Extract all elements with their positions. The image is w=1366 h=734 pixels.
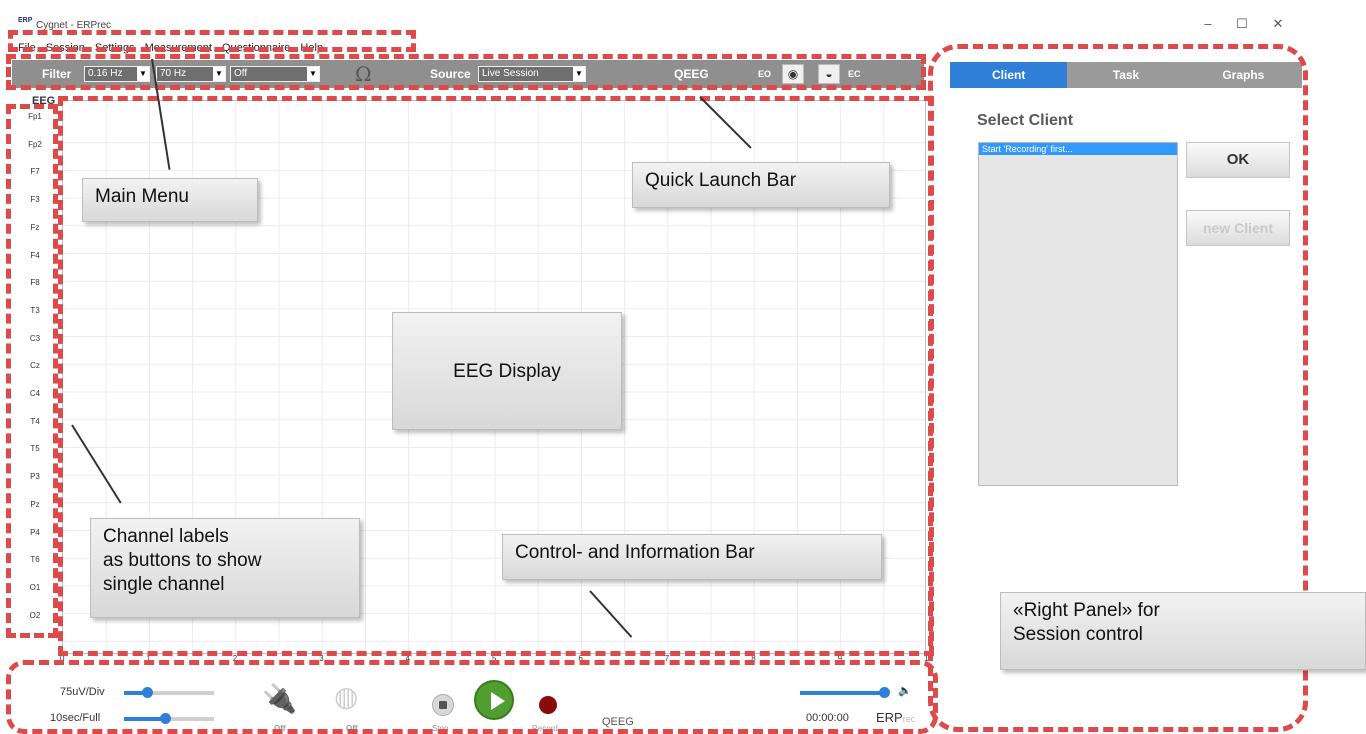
note-main-menu: Main Menu xyxy=(82,178,258,222)
quick-bar-highlight xyxy=(6,54,926,90)
note-quick-launch: Quick Launch Bar xyxy=(632,162,890,208)
close-button[interactable]: ✕ xyxy=(1268,16,1288,32)
note-channel-line-2: as buttons to show xyxy=(103,550,262,571)
app-logo: ERP xyxy=(18,17,33,24)
note-channel-line-1: Channel labels xyxy=(103,526,229,547)
note-right-line-1: «Right Panel» for xyxy=(1013,600,1160,621)
control-bar-highlight xyxy=(6,660,938,734)
maximize-button[interactable]: ☐ xyxy=(1232,16,1252,32)
note-channel-labels: Channel labels as buttons to show single… xyxy=(90,518,360,618)
app-window: ERP Cygnet - ERPrec – ☐ ✕ File Session S… xyxy=(0,0,1366,734)
note-right-line-2: Session control xyxy=(1013,624,1143,645)
menu-highlight xyxy=(8,30,416,52)
note-control-bar: Control- and Information Bar xyxy=(502,534,882,580)
minimize-button[interactable]: – xyxy=(1198,16,1218,31)
note-eeg-display: EEG Display xyxy=(392,312,622,430)
note-right-panel: «Right Panel» for Session control xyxy=(1000,592,1366,670)
note-channel-line-3: single channel xyxy=(103,574,225,595)
channel-highlight xyxy=(6,104,58,638)
